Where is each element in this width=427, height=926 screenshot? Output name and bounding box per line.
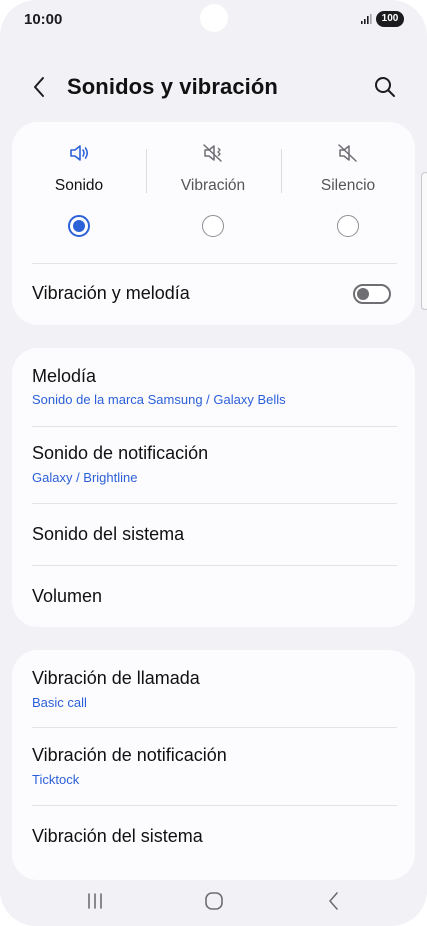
- item-title: Vibración de notificación: [32, 745, 227, 765]
- list-item-notification-sound[interactable]: Sonido de notificación Galaxy / Brightli…: [12, 426, 415, 504]
- phone-screen: 10:00 100 Sonidos y vibración Sonido Vib…: [0, 0, 427, 926]
- item-subtitle: Basic call: [32, 695, 87, 710]
- back-nav-icon: [329, 892, 338, 910]
- status-time: 10:00: [24, 11, 63, 28]
- item-title: Melodía: [32, 366, 97, 386]
- search-icon: [375, 77, 395, 97]
- navigation-bar: [0, 880, 427, 926]
- list-item-volume[interactable]: Volumen: [12, 565, 415, 627]
- list-item-ringtone[interactable]: Melodía Sonido de la marca Samsung / Gal…: [12, 348, 415, 426]
- item-title: Vibración de llamada: [32, 668, 200, 688]
- mode-label-sound: Sonido: [54, 177, 104, 194]
- back-button[interactable]: [26, 74, 52, 100]
- list-item-call-vibration[interactable]: Vibración de llamada Basic call: [12, 650, 415, 728]
- sounds-card: Melodía Sonido de la marca Samsung / Gal…: [12, 348, 415, 627]
- list-item-system-sound[interactable]: Sonido del sistema: [12, 503, 415, 565]
- mode-option-mute[interactable]: Silencio: [281, 122, 415, 257]
- recent-apps-icon: [88, 893, 102, 909]
- item-title: Sonido del sistema: [32, 524, 185, 544]
- item-subtitle: Galaxy / Brightline: [32, 470, 138, 485]
- scroll-handle[interactable]: [421, 172, 427, 310]
- mode-label-vibrate: Vibración: [180, 177, 246, 194]
- speaker-icon: [70, 145, 89, 161]
- mute-icon: [338, 144, 357, 162]
- chevron-left-icon: [34, 77, 44, 97]
- item-title: Sonido de notificación: [32, 443, 209, 463]
- vibrate-with-ringtone-toggle[interactable]: [353, 284, 391, 304]
- battery-indicator: 100: [376, 11, 404, 27]
- signal-icon: [361, 14, 372, 24]
- vibrate-with-ringtone-label: Vibración y melodía: [32, 283, 190, 303]
- search-button[interactable]: [372, 74, 398, 100]
- item-title: Vibración del sistema: [32, 826, 203, 846]
- radio-vibrate[interactable]: [202, 215, 224, 237]
- back-nav-button[interactable]: [319, 890, 349, 912]
- status-bar: 10:00 100: [0, 0, 427, 40]
- recent-apps-button[interactable]: [80, 890, 110, 912]
- page-title: Sonidos y vibración: [67, 74, 278, 99]
- item-subtitle: Ticktock: [32, 772, 80, 787]
- list-item-system-vibration[interactable]: Vibración del sistema: [12, 805, 415, 867]
- radio-mute[interactable]: [337, 215, 359, 237]
- mode-option-sound[interactable]: Sonido: [12, 122, 146, 257]
- home-button[interactable]: [199, 890, 229, 912]
- app-header: Sonidos y vibración: [0, 62, 427, 112]
- vibrate-icon: [203, 144, 222, 162]
- mode-label-mute: Silencio: [320, 177, 376, 194]
- radio-sound[interactable]: [68, 215, 90, 237]
- vibration-card: Vibración de llamada Basic call Vibració…: [12, 650, 415, 880]
- front-camera: [200, 4, 228, 32]
- list-item-notification-vibration[interactable]: Vibración de notificación Ticktock: [12, 727, 415, 805]
- home-icon: [205, 892, 223, 910]
- sound-mode-card: Sonido Vibración Silencio Vibración y me…: [12, 122, 415, 325]
- mode-option-vibrate[interactable]: Vibración: [146, 122, 280, 257]
- toggle-knob: [357, 288, 369, 300]
- vibrate-with-ringtone-row[interactable]: Vibración y melodía: [12, 263, 415, 325]
- item-subtitle: Sonido de la marca Samsung / Galaxy Bell…: [32, 392, 286, 407]
- item-title: Volumen: [32, 586, 103, 606]
